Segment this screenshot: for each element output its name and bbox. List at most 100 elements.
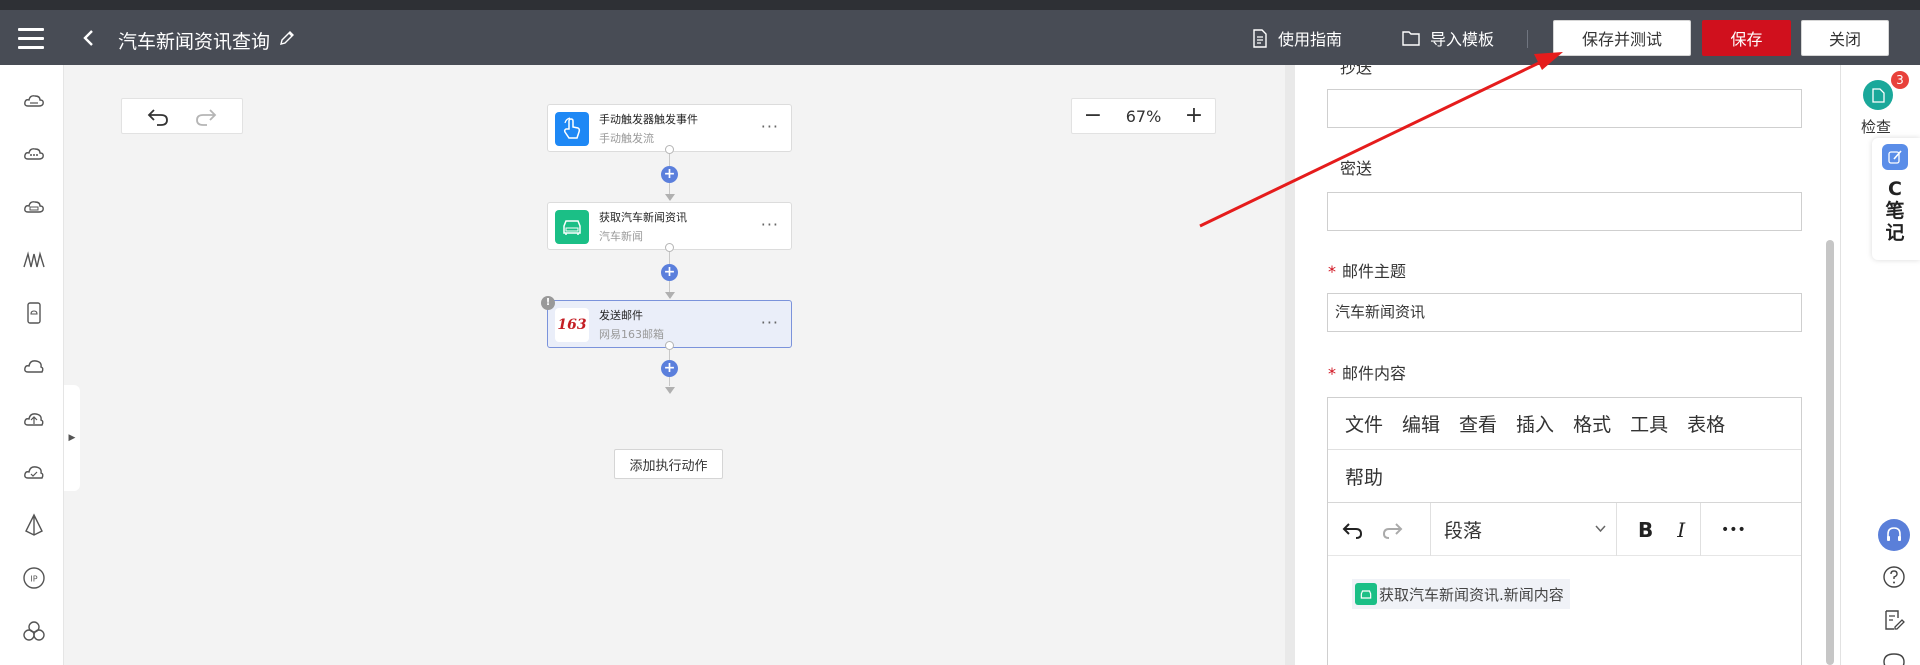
add-step-button[interactable]: + <box>661 264 678 281</box>
import-template-link[interactable]: 导入模板 <box>1402 26 1494 50</box>
menu-format[interactable]: 格式 <box>1573 410 1611 437</box>
headset-icon[interactable] <box>1878 519 1910 551</box>
italic-button[interactable]: I <box>1677 518 1685 542</box>
zoom-level: 67% <box>1125 106 1162 126</box>
connector-dot <box>665 243 674 252</box>
editor-toolbar: 段落 B I ••• <box>1328 503 1801 556</box>
warning-icon: ! <box>541 296 555 310</box>
wave-icon[interactable] <box>22 248 46 272</box>
zoom-out-button[interactable]: − <box>1084 105 1102 127</box>
bcc-label: 密送 <box>1340 159 1373 178</box>
panel-scrollbar[interactable] <box>1826 240 1834 665</box>
pencil-icon[interactable] <box>278 29 296 47</box>
menu-tools[interactable]: 工具 <box>1630 410 1668 437</box>
ip-icon[interactable]: IP <box>22 566 46 590</box>
arrow-down-icon <box>665 194 675 201</box>
bcc-input[interactable] <box>1327 192 1802 231</box>
menu-view[interactable]: 查看 <box>1459 410 1497 437</box>
add-step-button[interactable]: + <box>661 166 678 183</box>
zoom-in-button[interactable]: + <box>1185 105 1203 127</box>
block-format-select[interactable]: 段落 <box>1431 503 1617 556</box>
undo-icon[interactable] <box>1342 520 1364 540</box>
menu-icon[interactable] <box>18 28 44 50</box>
node-subtitle: 网易163邮箱 <box>599 328 664 341</box>
check-label[interactable]: 检查 <box>1861 116 1891 137</box>
node-title: 手动触发器触发事件 <box>599 113 698 126</box>
content-label: * 邮件内容 <box>1328 364 1407 383</box>
import-label: 导入模板 <box>1430 30 1495 49</box>
add-action-button[interactable]: 添加执行动作 <box>614 449 723 479</box>
csdn-note-widget[interactable]: C 笔 记 <box>1872 138 1920 260</box>
undo-icon[interactable] <box>147 107 169 127</box>
cloud-icon[interactable] <box>22 354 46 378</box>
document-icon <box>1253 28 1267 48</box>
more-icon[interactable]: ··· <box>761 117 779 136</box>
os-top-bar <box>0 0 1920 10</box>
sidebar-expand-handle[interactable]: ▶ <box>64 385 80 491</box>
menu-table[interactable]: 表格 <box>1687 410 1725 437</box>
menu-file[interactable]: 文件 <box>1345 410 1383 437</box>
menu-edit[interactable]: 编辑 <box>1402 410 1440 437</box>
arrow-down-icon <box>665 292 675 299</box>
variable-chip-label: 获取汽车新闻资讯.新闻内容 <box>1379 585 1564 604</box>
bold-button[interactable]: B <box>1638 518 1653 542</box>
save-button[interactable]: 保存 <box>1702 20 1791 56</box>
cluster-icon[interactable] <box>22 619 46 643</box>
zoom-control: − 67% + <box>1071 98 1216 134</box>
cloud-dots-icon[interactable] <box>22 142 46 166</box>
check-document-icon[interactable] <box>1863 80 1893 110</box>
note-text: C 笔 记 <box>1885 178 1905 244</box>
node-config-panel: 抄送 密送 * 邮件主题 汽车新闻资讯 * 邮件内容 文件 编辑 查看 插入 格式 … <box>1295 65 1840 665</box>
chat-icon[interactable] <box>1881 650 1907 665</box>
connector-dot <box>665 341 674 350</box>
add-step-button[interactable]: + <box>661 360 678 377</box>
subject-label: * 邮件主题 <box>1328 262 1407 281</box>
cloud-server-icon[interactable] <box>22 89 46 113</box>
node-title: 获取汽车新闻资讯 <box>599 211 687 224</box>
cloud-storage-icon[interactable] <box>22 195 46 219</box>
subject-input[interactable]: 汽车新闻资讯 <box>1327 293 1802 332</box>
block-format-value: 段落 <box>1444 520 1483 542</box>
svg-text:IP: IP <box>30 575 37 584</box>
more-options-button[interactable]: ••• <box>1721 522 1746 538</box>
guide-label: 使用指南 <box>1278 30 1343 49</box>
folder-icon <box>1402 31 1420 46</box>
header-divider <box>1527 30 1528 48</box>
left-sidebar: IP <box>0 65 64 665</box>
menu-insert[interactable]: 插入 <box>1516 410 1554 437</box>
back-arrow-icon[interactable] <box>82 27 100 49</box>
mobile-cloud-icon[interactable] <box>22 301 46 325</box>
redo-icon[interactable] <box>195 107 217 127</box>
hand-pointer-icon <box>555 112 589 146</box>
save-and-test-button[interactable]: 保存并测试 <box>1553 20 1691 56</box>
menu-help[interactable]: 帮助 <box>1345 463 1383 490</box>
chevron-down-icon <box>1595 525 1606 533</box>
feedback-edit-icon[interactable] <box>1881 607 1907 633</box>
note-pen-icon <box>1882 144 1908 170</box>
163-mail-logo: 163 <box>555 308 589 342</box>
editor-menubar: 文件 编辑 查看 插入 格式 工具 表格 帮助 <box>1328 398 1801 503</box>
news-car-icon <box>555 210 589 244</box>
variable-chip[interactable]: 获取汽车新闻资讯.新闻内容 <box>1352 579 1570 609</box>
cloud-check-icon[interactable] <box>22 460 46 484</box>
node-subtitle: 汽车新闻 <box>599 230 643 243</box>
pyramid-icon[interactable] <box>22 513 46 537</box>
news-car-icon <box>1355 583 1377 605</box>
more-icon[interactable]: ··· <box>761 313 779 332</box>
node-subtitle: 手动触发流 <box>599 132 654 145</box>
node-title: 发送邮件 <box>599 309 643 322</box>
more-icon[interactable]: ··· <box>761 215 779 234</box>
redo-icon[interactable] <box>1381 520 1403 540</box>
arrow-down-icon <box>665 387 675 394</box>
rich-text-editor[interactable]: 文件 编辑 查看 插入 格式 工具 表格 帮助 段落 B I ••• 获取汽车新… <box>1327 397 1802 665</box>
cc-label: 抄送 <box>1340 65 1373 77</box>
guide-link[interactable]: 使用指南 <box>1252 26 1342 50</box>
undo-redo-toolbar <box>121 98 243 134</box>
notification-badge: 3 <box>1891 71 1909 89</box>
page-title: 汽车新闻资讯查询 <box>118 31 271 53</box>
help-icon[interactable] <box>1881 564 1907 590</box>
cc-input[interactable] <box>1327 89 1802 128</box>
cloud-upload-icon[interactable] <box>22 407 46 431</box>
close-button[interactable]: 关闭 <box>1801 20 1889 56</box>
connector-dot <box>665 145 674 154</box>
